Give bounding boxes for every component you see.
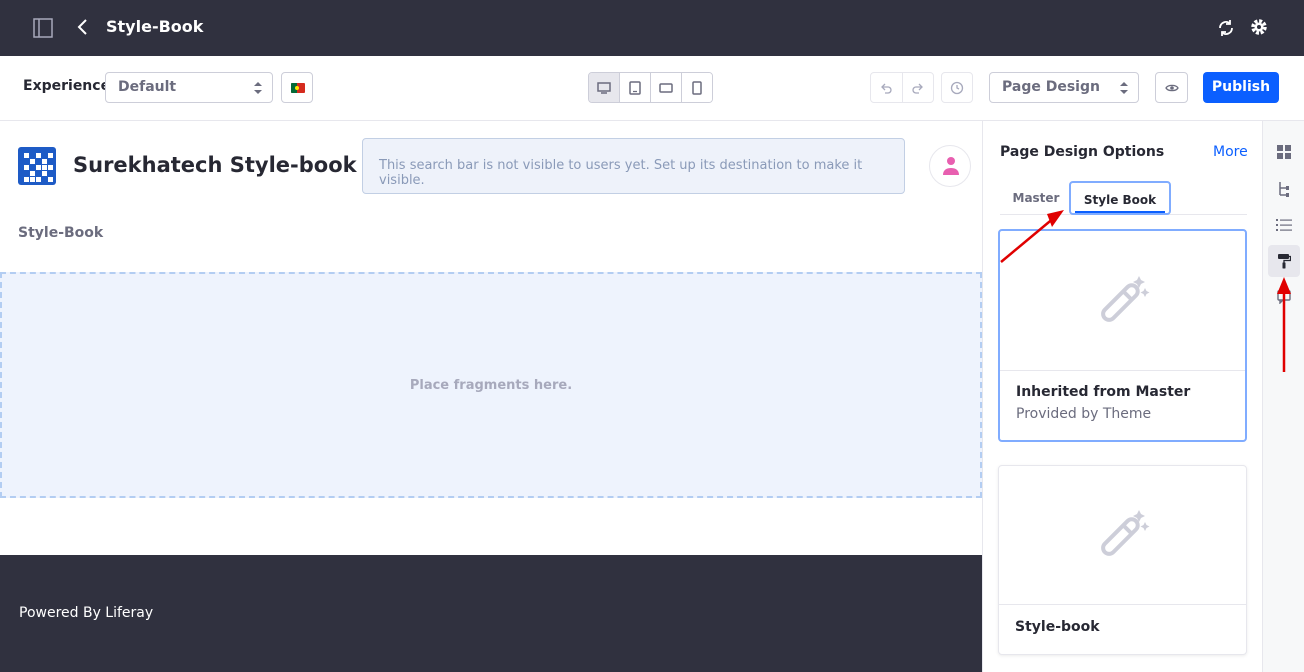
redo-button[interactable] bbox=[903, 73, 934, 102]
redo-icon bbox=[912, 83, 923, 94]
page-structure-icon bbox=[1279, 182, 1289, 197]
logo-pixel bbox=[48, 153, 53, 158]
history-button[interactable] bbox=[941, 72, 973, 103]
tablet-icon bbox=[629, 80, 641, 95]
user-icon bbox=[943, 157, 959, 175]
page-design-select-value: Page Design bbox=[1002, 79, 1100, 95]
fragments-icon bbox=[1277, 145, 1291, 159]
magic-wand-icon bbox=[1100, 275, 1149, 322]
search-bar-notice: This search bar is not visible to users … bbox=[362, 138, 905, 194]
logo-pixel bbox=[30, 177, 35, 182]
magic-wand-icon bbox=[1100, 510, 1149, 556]
device-preview-group bbox=[588, 72, 713, 103]
publish-button[interactable]: Publish bbox=[1203, 72, 1279, 103]
panel-title: Page Design Options bbox=[1000, 144, 1165, 160]
logo-pixel bbox=[24, 153, 29, 158]
tablet-view-button[interactable] bbox=[620, 73, 651, 102]
desktop-view-button[interactable] bbox=[589, 73, 620, 102]
page-title: Style-Book bbox=[106, 17, 204, 36]
chevron-left-icon[interactable] bbox=[76, 17, 90, 37]
footer-text: Powered By Liferay bbox=[19, 605, 154, 621]
preview-button[interactable] bbox=[1155, 72, 1188, 103]
card-subtitle: Provided by Theme bbox=[1016, 406, 1152, 422]
experience-select-value: Default bbox=[118, 79, 177, 95]
rail-structure-button[interactable] bbox=[1268, 173, 1300, 205]
landscape-phone-icon bbox=[659, 82, 673, 93]
logo-pixel bbox=[24, 177, 29, 182]
style-book-card-inherited[interactable]: Inherited from Master Provided by Theme bbox=[998, 229, 1247, 442]
logo-pixel bbox=[48, 177, 53, 182]
portrait-view-button[interactable] bbox=[682, 73, 712, 102]
logo-pixel bbox=[42, 165, 47, 170]
undo-redo-group bbox=[870, 72, 934, 103]
logo-pixel bbox=[24, 165, 29, 170]
rail-comments-button[interactable] bbox=[1268, 281, 1300, 313]
site-name: Surekhatech Style-book bbox=[73, 153, 357, 177]
card-image bbox=[1000, 231, 1245, 371]
logo-pixel bbox=[30, 171, 35, 176]
card-image bbox=[999, 466, 1246, 605]
landscape-view-button[interactable] bbox=[651, 73, 682, 102]
site-logo bbox=[18, 147, 56, 185]
tab-master[interactable]: Master bbox=[1000, 181, 1072, 215]
card-title: Inherited from Master bbox=[1016, 384, 1191, 400]
logo-pixel bbox=[36, 165, 41, 170]
user-avatar[interactable] bbox=[929, 145, 971, 187]
logo-pixel bbox=[30, 159, 35, 164]
page-footer: Powered By Liferay bbox=[0, 555, 982, 672]
sidebar-rail bbox=[1262, 121, 1304, 672]
more-link[interactable]: More bbox=[1213, 144, 1248, 160]
sync-icon[interactable] bbox=[1216, 18, 1236, 38]
top-control-bar: Style-Book bbox=[0, 0, 1304, 56]
sidebar-toggle-icon[interactable] bbox=[33, 18, 53, 38]
card-title: Style-book bbox=[1015, 619, 1100, 635]
portrait-phone-icon bbox=[692, 80, 702, 95]
experience-label: Experience bbox=[23, 78, 111, 94]
panel-tabs: Master Style Book bbox=[1000, 181, 1247, 215]
logo-pixel bbox=[42, 159, 47, 164]
page-name-label: Style-Book bbox=[18, 225, 104, 241]
eye-icon bbox=[1164, 84, 1179, 91]
history-icon bbox=[950, 81, 964, 94]
gear-icon[interactable] bbox=[1249, 17, 1269, 37]
rail-fragments-button[interactable] bbox=[1268, 136, 1300, 168]
undo-icon bbox=[881, 83, 892, 94]
fragment-drop-zone[interactable]: Place fragments here. bbox=[0, 272, 982, 498]
rail-list-button[interactable] bbox=[1268, 209, 1300, 241]
page-design-options-panel: Page Design Options More Master Style Bo… bbox=[982, 121, 1262, 672]
desktop-icon bbox=[597, 81, 611, 94]
logo-pixel bbox=[36, 177, 41, 182]
logo-pixel bbox=[42, 171, 47, 176]
rail-page-design-button[interactable] bbox=[1268, 245, 1300, 277]
language-button[interactable] bbox=[281, 72, 313, 103]
flag-icon bbox=[291, 83, 305, 93]
page-canvas: Surekhatech Style-book This search bar i… bbox=[0, 121, 982, 672]
undo-button[interactable] bbox=[871, 73, 903, 102]
tab-style-book[interactable]: Style Book bbox=[1069, 181, 1171, 215]
logo-pixel bbox=[36, 153, 41, 158]
logo-pixel bbox=[48, 165, 53, 170]
list-icon bbox=[1276, 219, 1292, 231]
paint-roller-icon bbox=[1278, 254, 1291, 269]
select-arrows-icon bbox=[254, 82, 262, 94]
comments-icon bbox=[1277, 290, 1291, 304]
experience-select[interactable]: Default bbox=[105, 72, 273, 103]
editor-toolbar: Experience Default Page Design Publish bbox=[0, 56, 1304, 121]
page-design-select[interactable]: Page Design bbox=[989, 72, 1139, 103]
select-arrows-icon bbox=[1120, 82, 1128, 94]
style-book-card-style-book[interactable]: Style-book bbox=[998, 465, 1247, 655]
drop-zone-text: Place fragments here. bbox=[409, 378, 573, 393]
